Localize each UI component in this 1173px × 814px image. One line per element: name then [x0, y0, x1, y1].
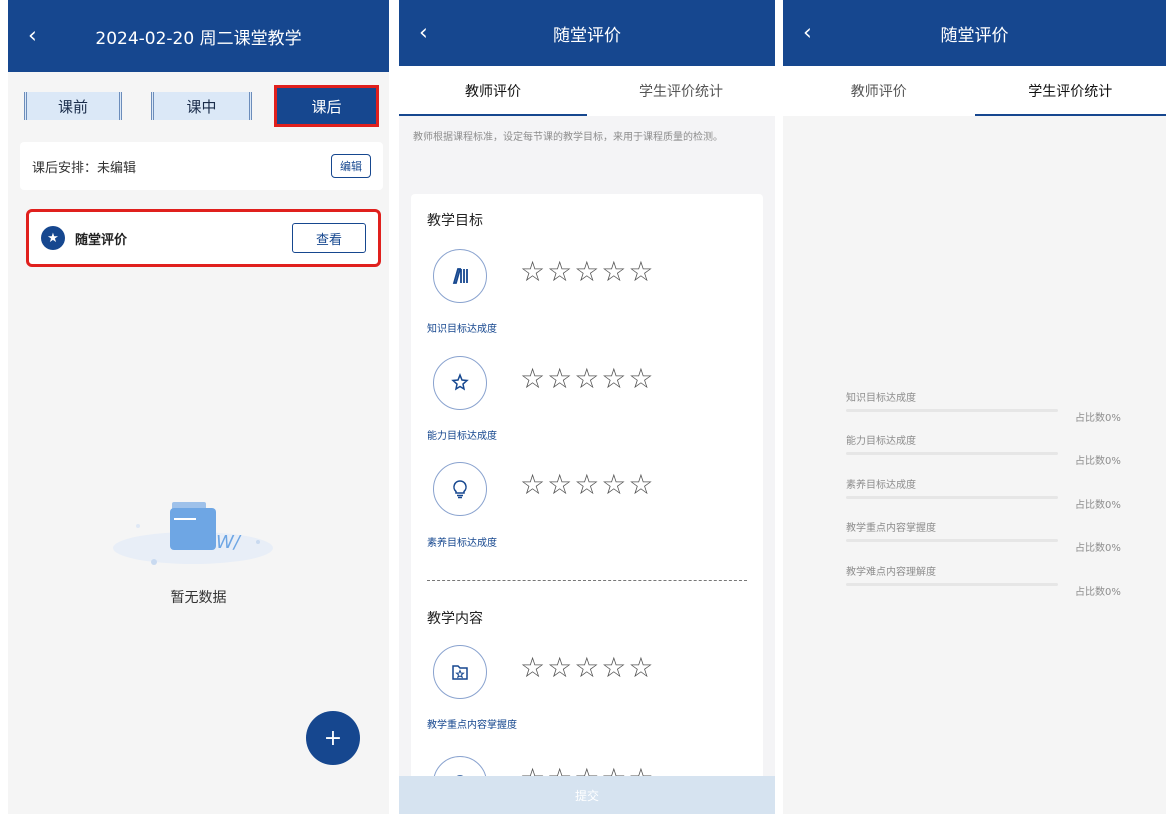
stat-progress-track — [846, 583, 1058, 586]
tab-after-class[interactable]: 课后 — [274, 85, 379, 127]
stat-progress-track — [846, 452, 1058, 455]
stat-label: 教学难点内容理解度 — [846, 567, 936, 578]
after-class-arrangement-card: 课后安排：未编辑 编辑 — [20, 142, 383, 190]
chevron-left-icon[interactable]: ‹ — [803, 21, 812, 46]
metric-label: 知识目标达成度 — [427, 324, 497, 335]
stat-label: 能力目标达成度 — [846, 436, 916, 447]
book-icon — [433, 249, 487, 303]
classroom-evaluation-card[interactable]: ★ 随堂评价 查看 — [26, 209, 381, 267]
evaluation-label: 随堂评价 — [75, 232, 128, 248]
metric-label: 教学重点内容掌握度 — [427, 720, 517, 731]
folder-star-icon — [433, 645, 487, 699]
tab-student-statistics[interactable]: 学生评价统计 — [974, 66, 1167, 116]
stat-row: 知识目标达成度 占比数0% — [846, 389, 1136, 429]
rating-stars[interactable]: ☆☆☆☆☆ — [520, 651, 656, 684]
stat-row: 教学重点内容掌握度 占比数0% — [846, 519, 1136, 559]
stat-progress-track — [846, 539, 1058, 542]
evaluation-form-card: 教学目标 ☆☆☆☆☆ 知识目标达成度 ☆☆☆☆☆ 能力目标达成度 ☆☆☆☆☆ 素… — [411, 194, 763, 814]
section-divider — [427, 580, 747, 581]
top-nav-bar: ‹ 随堂评价 — [399, 0, 775, 66]
add-button[interactable]: + — [306, 711, 360, 765]
page-title: 2024-02-20 周二课堂教学 — [95, 28, 302, 49]
evaluation-tabs: 教师评价 学生评价统计 — [783, 66, 1166, 116]
stat-label: 素养目标达成度 — [846, 480, 916, 491]
stat-value: 占比数0% — [1075, 587, 1121, 598]
rating-stars[interactable]: ☆☆☆☆☆ — [520, 362, 656, 395]
stat-value: 占比数0% — [1075, 456, 1121, 467]
rating-stars[interactable]: ☆☆☆☆☆ — [520, 468, 656, 501]
evaluation-description: 教师根据课程标准，设定每节课的教学目标，来用于课程质量的检测。 — [413, 132, 723, 143]
tab-during-class[interactable]: 课中 — [151, 92, 252, 120]
metric-label: 素养目标达成度 — [427, 538, 497, 549]
tab-teacher-evaluation[interactable]: 教师评价 — [783, 66, 975, 116]
empty-folder-illustration: W/ — [113, 502, 273, 565]
lightbulb-icon — [433, 462, 487, 516]
stat-label: 知识目标达成度 — [846, 393, 916, 404]
evaluation-tabs: 教师评价 学生评价统计 — [399, 66, 775, 116]
section-title: 教学目标 — [427, 213, 483, 229]
stat-value: 占比数0% — [1075, 500, 1121, 511]
award-icon — [433, 356, 487, 410]
star-icon: ★ — [41, 226, 65, 250]
top-nav-bar: ‹ 2024-02-20 周二课堂教学 — [8, 0, 389, 72]
student-statistics-screen: ‹ 随堂评价 教师评价 学生评价统计 知识目标达成度 占比数0% 能力目标达成度… — [783, 0, 1166, 814]
page-title: 随堂评价 — [940, 25, 1009, 46]
metric-label: 能力目标达成度 — [427, 431, 497, 442]
stat-row: 能力目标达成度 占比数0% — [846, 432, 1136, 472]
tab-student-statistics[interactable]: 学生评价统计 — [587, 66, 775, 116]
page-title: 随堂评价 — [553, 25, 621, 46]
course-session-screen: ‹ 2024-02-20 周二课堂教学 课前 课中 课后 课后安排：未编辑 编辑… — [8, 0, 389, 814]
rating-stars[interactable]: ☆☆☆☆☆ — [520, 255, 656, 288]
chevron-left-icon[interactable]: ‹ — [28, 24, 37, 49]
stat-progress-track — [846, 409, 1058, 412]
stat-value: 占比数0% — [1075, 413, 1121, 424]
empty-state-text: 暂无数据 — [170, 590, 227, 606]
tab-teacher-evaluation[interactable]: 教师评价 — [399, 66, 587, 116]
stat-row: 教学难点内容理解度 占比数0% — [846, 563, 1136, 603]
section-title: 教学内容 — [427, 611, 483, 627]
chevron-left-icon[interactable]: ‹ — [419, 21, 428, 46]
stat-progress-track — [846, 496, 1058, 499]
top-nav-bar: ‹ 随堂评价 — [783, 0, 1166, 66]
svg-text:W/: W/ — [216, 532, 242, 553]
edit-button[interactable]: 编辑 — [331, 154, 371, 178]
stat-value: 占比数0% — [1075, 543, 1121, 554]
stat-label: 教学重点内容掌握度 — [846, 523, 936, 534]
submit-button[interactable]: 提交 — [399, 776, 775, 814]
tab-before-class[interactable]: 课前 — [24, 92, 122, 120]
stat-row: 素养目标达成度 占比数0% — [846, 476, 1136, 516]
arrangement-status: 课后安排：未编辑 — [32, 160, 137, 176]
phase-tab-group: 课前 课中 课后 — [20, 85, 383, 128]
teacher-evaluation-screen: ‹ 随堂评价 教师评价 学生评价统计 教师根据课程标准，设定每节课的教学目标，来… — [399, 0, 775, 814]
view-button[interactable]: 查看 — [292, 223, 366, 253]
